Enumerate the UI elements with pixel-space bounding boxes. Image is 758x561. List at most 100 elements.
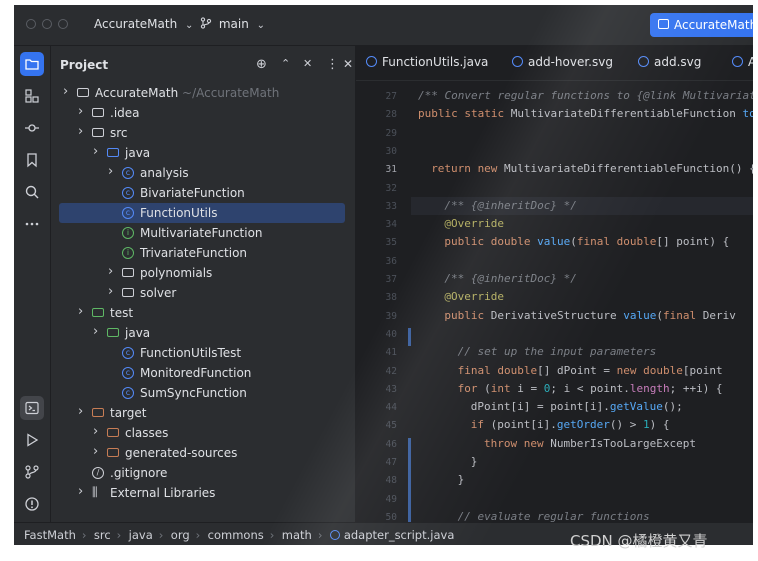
tree-item[interactable]: › java bbox=[51, 143, 355, 163]
tree-item[interactable]: › ⫼ External Libraries bbox=[51, 483, 355, 503]
structure-tool-button[interactable] bbox=[20, 84, 44, 108]
tree-item[interactable]: › .idea bbox=[51, 103, 355, 123]
maximize-window-button[interactable] bbox=[58, 19, 68, 29]
tree-item-label: analysis bbox=[140, 166, 189, 180]
options-icon[interactable]: ⋮ bbox=[326, 57, 339, 72]
line-number: 39 bbox=[385, 310, 397, 322]
tab-functionutils[interactable]: FunctionUtils.java bbox=[366, 55, 488, 69]
class-icon: c bbox=[122, 387, 134, 399]
tab-truncated[interactable]: A bbox=[732, 55, 753, 69]
tab-add-hover[interactable]: add-hover.svg bbox=[512, 55, 613, 69]
tab-add-svg[interactable]: add.svg bbox=[638, 55, 701, 69]
tree-item[interactable]: › src bbox=[51, 123, 355, 143]
tree-item[interactable]: i TrivariateFunction bbox=[51, 243, 355, 263]
line-number: 45 bbox=[385, 420, 397, 432]
line-number: 32 bbox=[385, 182, 397, 194]
chevron-right-icon[interactable]: › bbox=[78, 104, 83, 119]
minimize-window-button[interactable] bbox=[42, 19, 52, 29]
line-number: 36 bbox=[385, 255, 397, 267]
tree-item[interactable]: › generated-sources bbox=[51, 443, 355, 463]
more-tools-button[interactable] bbox=[20, 212, 44, 236]
chevron-right-icon[interactable]: › bbox=[78, 124, 83, 139]
class-icon: c bbox=[122, 207, 134, 219]
breadcrumb-item[interactable]: math bbox=[282, 528, 312, 542]
tree-item-label: polynomials bbox=[140, 266, 213, 280]
tree-item[interactable]: › java bbox=[51, 323, 355, 343]
tree-item[interactable]: c FunctionUtils bbox=[59, 203, 345, 223]
chevron-right-icon[interactable]: › bbox=[93, 144, 98, 159]
chevron-right-icon[interactable]: › bbox=[63, 84, 68, 99]
chevron-right-icon: › bbox=[81, 528, 87, 542]
collapse-all-icon[interactable]: ✕ bbox=[303, 57, 312, 70]
hide-panel-icon[interactable]: ✕ bbox=[343, 57, 353, 71]
expand-all-icon[interactable]: ⌃ bbox=[281, 57, 290, 70]
line-number: 29 bbox=[385, 127, 397, 139]
tree-item[interactable]: › AccurateMath ~/AccurateMath bbox=[51, 83, 355, 103]
project-switcher[interactable]: AccurateMath ⌄ bbox=[94, 17, 193, 31]
tree-item-label: src bbox=[110, 126, 128, 140]
chevron-right-icon[interactable]: › bbox=[93, 324, 98, 339]
code-line: /** Convert regular functions to {@link … bbox=[418, 89, 753, 102]
tree-item-label: FunctionUtils bbox=[140, 206, 218, 220]
close-window-button[interactable] bbox=[26, 19, 36, 29]
tree-item-label: AccurateMath ~/AccurateMath bbox=[95, 86, 280, 100]
chevron-right-icon[interactable]: › bbox=[93, 424, 98, 439]
tree-item[interactable]: › solver bbox=[51, 283, 355, 303]
tree-item[interactable]: › classes bbox=[51, 423, 355, 443]
tree-item-path-hint: ~/AccurateMath bbox=[178, 86, 280, 100]
breadcrumb-item[interactable]: org bbox=[171, 528, 190, 542]
code-area[interactable]: /** Convert regular functions to {@link … bbox=[418, 81, 753, 522]
git-tool-button[interactable] bbox=[20, 460, 44, 484]
tree-item[interactable]: › test bbox=[51, 303, 355, 323]
tree-item[interactable]: / .gitignore bbox=[51, 463, 355, 483]
tree-item[interactable]: › c analysis bbox=[51, 163, 355, 183]
folder-icon bbox=[92, 408, 104, 417]
line-number: 33 bbox=[385, 200, 397, 212]
ignore-file-icon: / bbox=[92, 467, 104, 479]
chevron-right-icon[interactable]: › bbox=[108, 284, 113, 299]
run-tool-button[interactable] bbox=[20, 428, 44, 452]
terminal-tool-button[interactable] bbox=[20, 396, 44, 420]
chevron-right-icon[interactable]: › bbox=[108, 264, 113, 279]
find-tool-button[interactable] bbox=[20, 180, 44, 204]
class-icon bbox=[732, 56, 743, 67]
tree-item[interactable]: i MultivariateFunction bbox=[51, 223, 355, 243]
chevron-right-icon[interactable]: › bbox=[108, 164, 113, 179]
git-branch-icon bbox=[200, 17, 212, 29]
tree-item[interactable]: c FunctionUtilsTest bbox=[51, 343, 355, 363]
code-line: // evaluate regular functions bbox=[457, 509, 650, 522]
project-tool-button[interactable] bbox=[20, 52, 44, 76]
breadcrumb-item[interactable]: src bbox=[94, 528, 111, 542]
commit-tool-button[interactable] bbox=[20, 116, 44, 140]
code-line: if (point[i].getOrder() > 1) { bbox=[470, 418, 670, 432]
breadcrumb-item[interactable]: FastMath bbox=[24, 528, 76, 542]
chevron-right-icon[interactable]: › bbox=[78, 404, 83, 419]
chevron-right-icon[interactable]: › bbox=[93, 444, 98, 459]
line-number: 43 bbox=[385, 383, 397, 395]
tab-label: add.svg bbox=[654, 55, 702, 69]
tree-item[interactable]: c SumSyncFunction bbox=[51, 383, 355, 403]
class-icon: c bbox=[122, 167, 134, 179]
branch-switcher[interactable]: main ⌄ bbox=[200, 17, 265, 31]
tree-item[interactable]: c BivariateFunction bbox=[51, 183, 355, 203]
folder-icon bbox=[92, 128, 104, 137]
line-number: 44 bbox=[385, 402, 397, 414]
tree-item-label: FunctionUtilsTest bbox=[140, 346, 242, 360]
chevron-right-icon[interactable]: › bbox=[78, 484, 83, 499]
locate-icon[interactable]: ⊕ bbox=[256, 57, 267, 72]
tree-item[interactable]: › polynomials bbox=[51, 263, 355, 283]
run-config-button[interactable]: AccurateMath bbox=[650, 13, 753, 37]
chevron-right-icon[interactable]: › bbox=[78, 304, 83, 319]
code-line: /** {@inheritDoc} */ bbox=[444, 272, 577, 285]
breadcrumb-item[interactable]: adapter_script.java bbox=[329, 528, 454, 542]
chevron-right-icon: › bbox=[158, 528, 164, 542]
breadcrumb-item[interactable]: java bbox=[129, 528, 153, 542]
tree-item[interactable]: c MonitoredFunction bbox=[51, 363, 355, 383]
problems-tool-button[interactable] bbox=[20, 492, 44, 516]
breadcrumb-item[interactable]: commons bbox=[208, 528, 264, 542]
folder-icon bbox=[25, 59, 39, 70]
tree-item-label: External Libraries bbox=[110, 486, 216, 500]
tree-item[interactable]: › target bbox=[51, 403, 355, 423]
class-icon: c bbox=[122, 187, 134, 199]
bookmarks-tool-button[interactable] bbox=[20, 148, 44, 172]
